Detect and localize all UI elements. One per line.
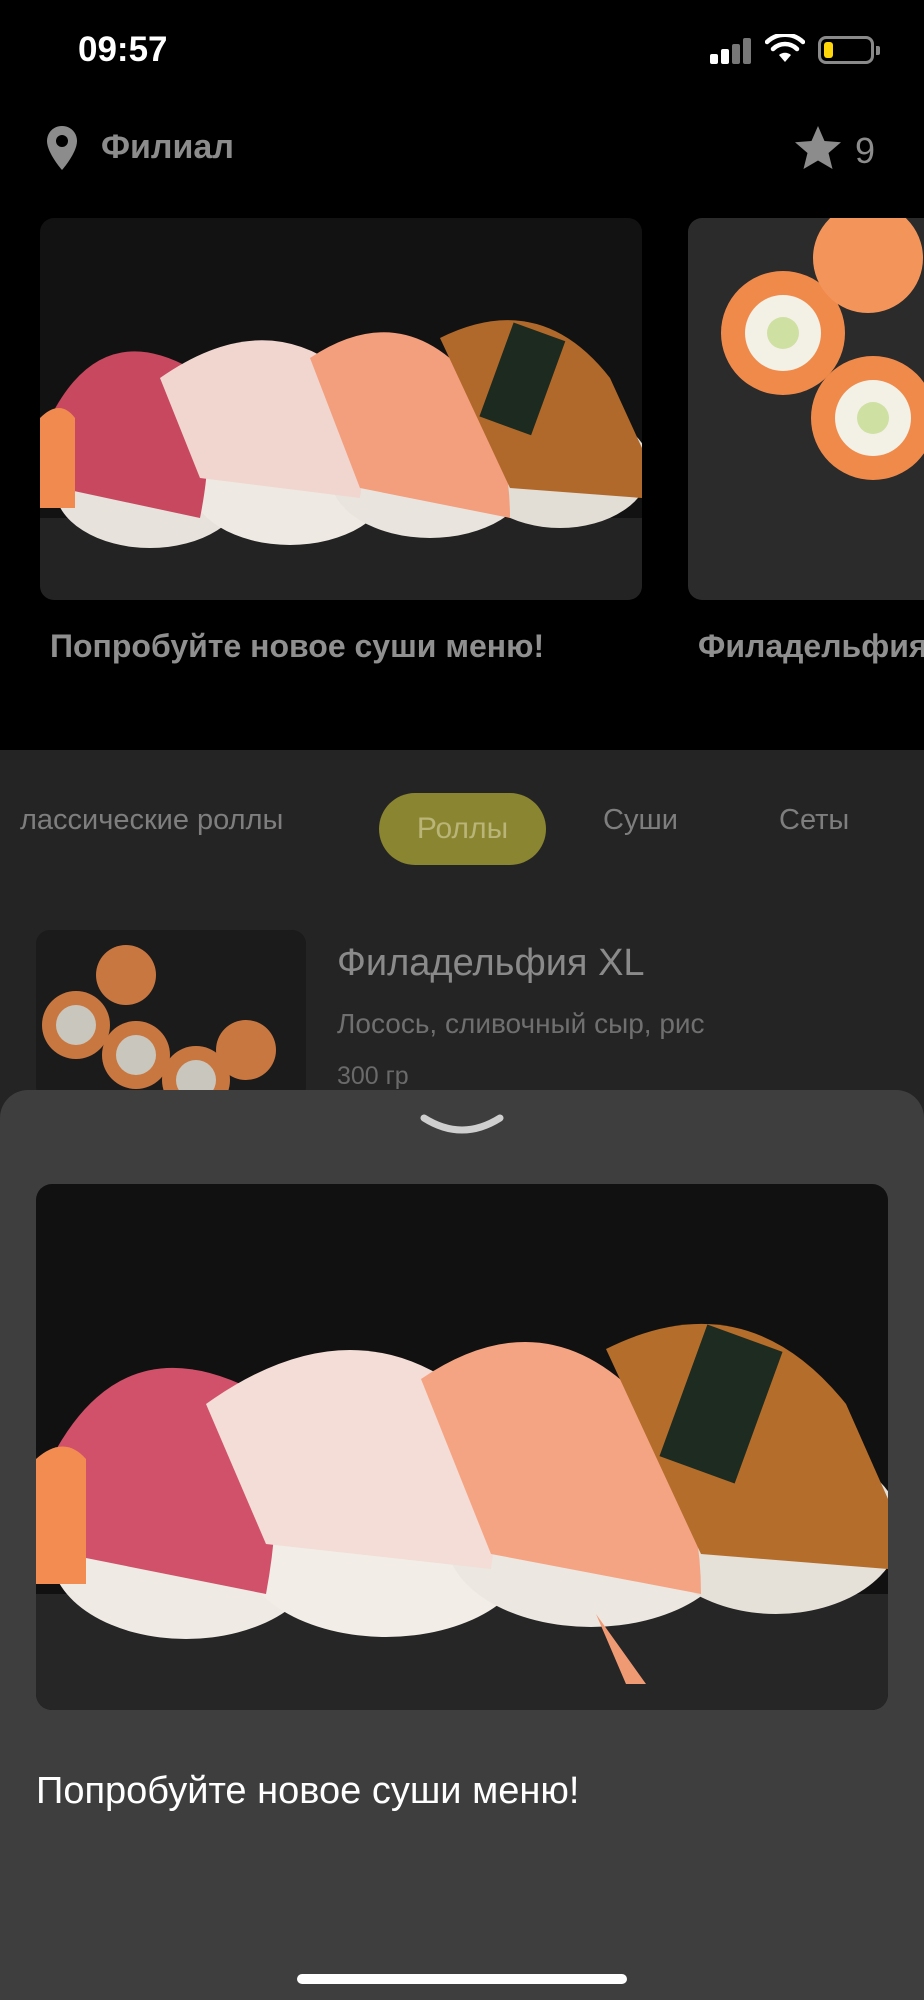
philadelphia-roll-photo [688, 218, 924, 600]
product-card[interactable]: Филадельфия XL Лосось, сливочный сыр, ри… [36, 930, 896, 1100]
product-title: Филадельфия XL [337, 942, 645, 984]
signal-icon [710, 38, 752, 64]
tab-rolls[interactable]: Роллы [379, 793, 546, 865]
status-time: 09:57 [78, 30, 168, 69]
battery-level [824, 42, 833, 58]
map-pin-icon[interactable] [44, 124, 80, 172]
tab-sets[interactable]: Сеты [779, 804, 849, 837]
nigiri-sushi-photo [36, 1184, 888, 1710]
header: Филиал 9 [0, 110, 924, 190]
promo-bottom-sheet: Попробуйте новое суши меню! [0, 1090, 924, 2000]
slide-caption: Попробуйте новое суши меню! [50, 628, 545, 664]
status-bar: 09:57 [0, 0, 924, 100]
star-icon [795, 126, 841, 169]
battery-icon [818, 36, 880, 64]
category-tabs: лассические роллы Роллы Суши Сеты [0, 790, 924, 870]
chevron-down-icon[interactable] [420, 1112, 504, 1142]
sheet-title: Попробуйте новое суши меню! [36, 1770, 580, 1812]
branch-selector[interactable]: Филиал [101, 128, 234, 167]
nigiri-sushi-photo [40, 218, 642, 600]
carousel-slide[interactable]: Филадельфия [688, 218, 924, 664]
favorites-count: 9 [855, 130, 876, 171]
carousel-slide[interactable]: Попробуйте новое суши меню! [40, 218, 642, 664]
favorites-button[interactable]: 9 [788, 120, 898, 176]
promo-carousel[interactable]: Попробуйте новое суши меню! Филадельфия [0, 218, 924, 728]
tab-sushi[interactable]: Суши [603, 804, 678, 837]
wifi-icon [765, 34, 805, 62]
home-indicator[interactable] [297, 1974, 627, 1984]
tab-rolls-label: Роллы [416, 812, 509, 845]
slide-caption: Филадельфия [698, 628, 924, 664]
product-description: Лосось, сливочный сыр, рис [337, 1008, 705, 1039]
tab-classic-rolls[interactable]: лассические роллы [20, 804, 283, 837]
product-weight: 300 гр [337, 1062, 409, 1090]
philadelphia-roll-photo [36, 930, 306, 1100]
